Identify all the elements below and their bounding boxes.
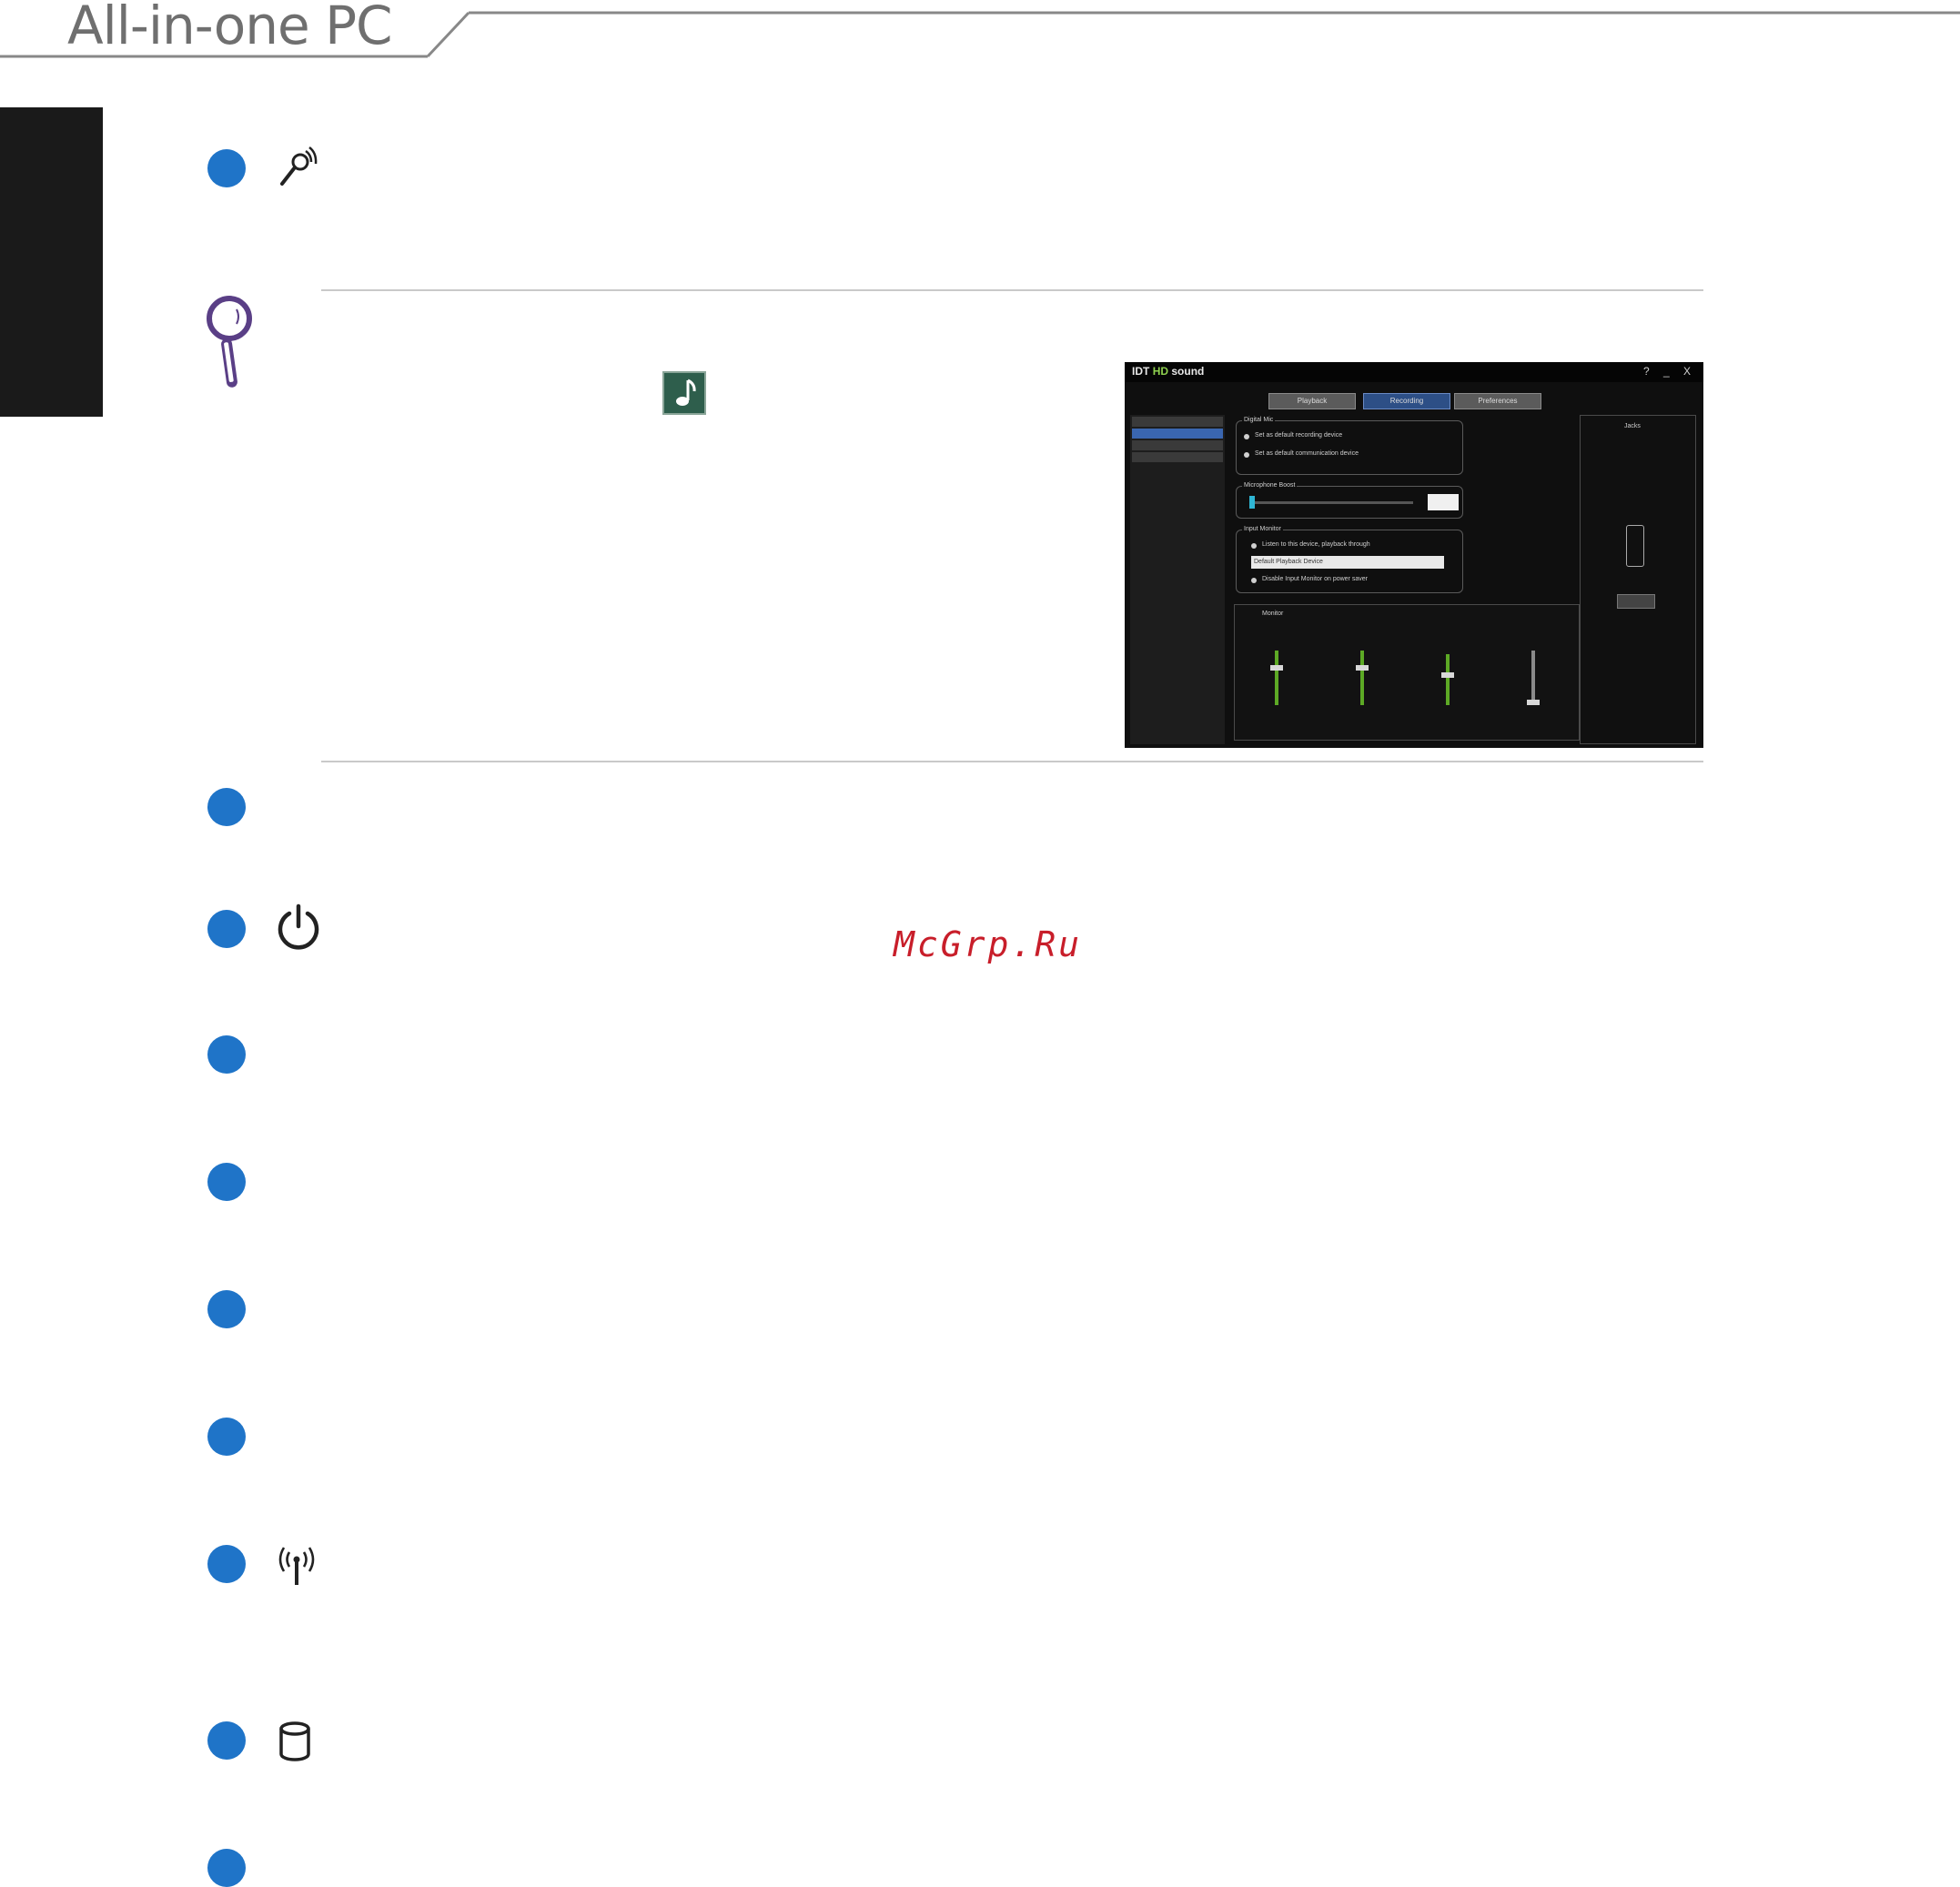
radio-button[interactable] [1244,434,1249,439]
radio-button[interactable] [1251,578,1257,583]
mixer-panel: Monitor [1234,604,1580,741]
radio-button[interactable] [1244,452,1249,458]
bullet-7 [207,1418,246,1456]
jack-panel: Jacks [1580,415,1696,744]
jack-icon[interactable] [1626,525,1644,567]
window-buttons[interactable]: ? _ X [1643,365,1696,378]
title-bar [1125,362,1703,382]
device-item-selected[interactable] [1132,429,1223,439]
tab-recording[interactable]: Recording [1363,393,1450,409]
mixer-fader[interactable] [1446,654,1450,705]
header-title: All-in-one PC [67,0,393,56]
boost-value-box[interactable] [1428,494,1459,510]
bullet-8 [207,1545,246,1583]
bullet-9 [207,1721,246,1760]
sound-manager-icon [662,371,706,415]
mixer-knob[interactable] [1527,700,1540,705]
mixer-knob[interactable] [1356,665,1369,671]
input-monitor-group: Input Monitor Listen to this device, pla… [1236,526,1463,593]
bullet-6 [207,1290,246,1328]
bullet-4 [207,1035,246,1074]
note-top-rule [321,289,1703,291]
mixer-fader[interactable] [1531,651,1535,705]
power-icon [278,903,319,950]
mixer-knob[interactable] [1441,672,1454,678]
bullet-10 [207,1849,246,1887]
hard-drive-icon [279,1721,310,1761]
wireless-icon [278,1547,315,1585]
bullet-2 [207,788,246,826]
mixer-fader[interactable] [1275,651,1278,705]
device-item[interactable] [1132,417,1223,427]
jack-button[interactable] [1617,594,1655,609]
tab-preferences[interactable]: Preferences [1454,393,1541,409]
brand-logo: IDT HD sound [1132,365,1205,378]
device-item[interactable] [1132,440,1223,450]
watermark: McGrp.Ru [894,924,1083,964]
boost-slider-thumb[interactable] [1249,496,1255,509]
device-list [1130,415,1225,744]
radio-button[interactable] [1251,543,1257,549]
playback-device-select[interactable]: Default Playback Device [1251,556,1444,569]
mic-boost-group: Microphone Boost [1236,482,1463,519]
microphone-icon [280,146,318,186]
bullet-5 [207,1163,246,1201]
audio-manager-screenshot: IDT HD sound ? _ X Playback Recording Pr… [1125,362,1703,748]
digital-mic-group: Digital Mic Set as default recording dev… [1236,417,1463,475]
tab-playback[interactable]: Playback [1268,393,1356,409]
bullet-1 [207,149,246,187]
note-bottom-rule [321,761,1703,762]
side-tab [0,107,103,417]
bullet-3 [207,910,246,948]
mixer-knob[interactable] [1270,665,1283,671]
device-item[interactable] [1132,452,1223,462]
note-magnifier-icon [207,296,252,388]
mixer-fader[interactable] [1360,651,1364,705]
boost-slider-track[interactable] [1249,501,1413,504]
